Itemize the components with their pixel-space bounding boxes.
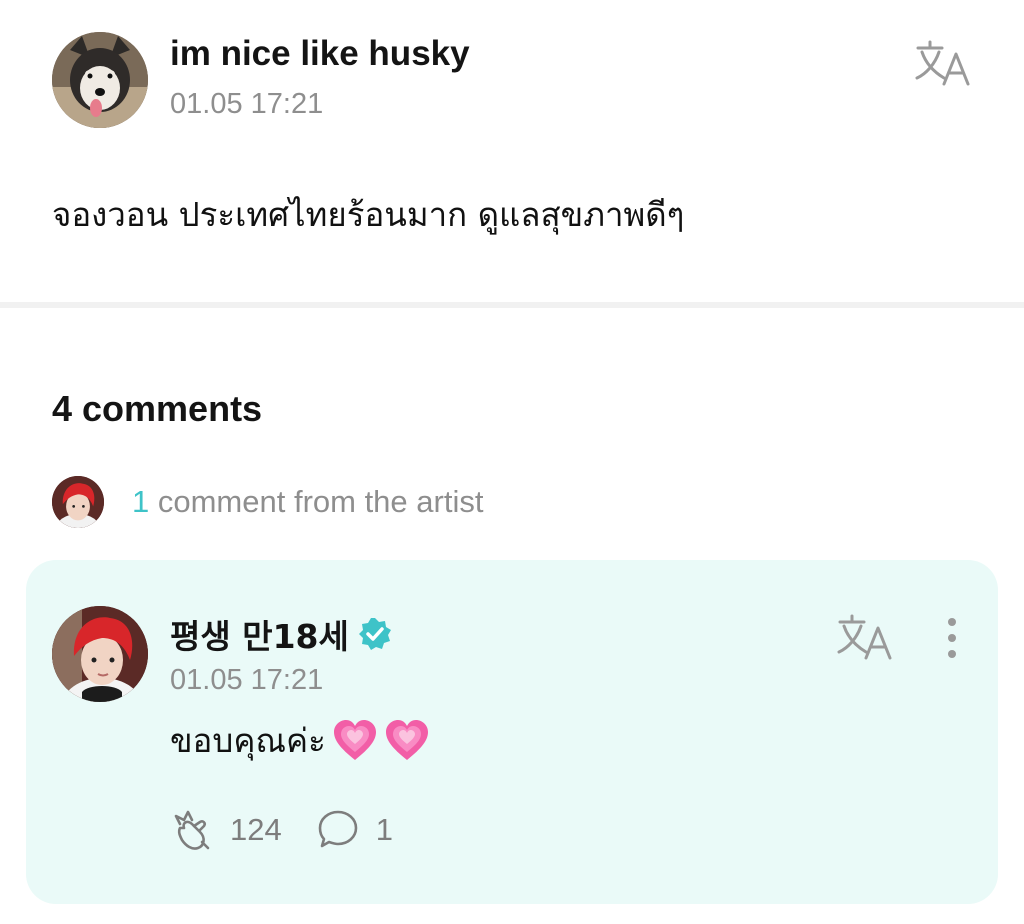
post-author-name[interactable]: im nice like husky	[170, 34, 470, 74]
translate-icon	[837, 614, 892, 660]
post-timestamp: 01.05 17:21	[170, 88, 324, 120]
comment-body: ขอบคุณค่ะ	[170, 714, 430, 767]
comment-translate-button[interactable]	[836, 612, 894, 662]
comments-count-heading: 4 comments	[52, 388, 263, 429]
post-translate-button[interactable]	[914, 38, 972, 88]
comment-timestamp: 01.05 17:21	[170, 664, 324, 696]
growing-heart-emoji-icon	[333, 719, 376, 760]
comment-author-avatar[interactable]	[52, 606, 148, 702]
reply-count: 1	[375, 812, 393, 847]
like-count: 124	[230, 812, 282, 847]
post-author-avatar[interactable]	[52, 32, 148, 128]
artist-avatar-image	[52, 476, 104, 528]
artist-comments-link[interactable]: 1 comment from the artist	[132, 484, 483, 520]
growing-heart-emoji-icon	[385, 719, 428, 760]
section-divider	[0, 302, 1024, 308]
husky-avatar-image	[52, 32, 148, 128]
artist-comment-count: 1	[132, 484, 150, 519]
artist-avatar-image	[52, 606, 148, 702]
translate-icon	[915, 40, 970, 86]
comment-author-name[interactable]: 평생 만18세	[170, 610, 349, 658]
comment-actions: 124 1	[170, 808, 393, 852]
artist-comment-label: comment from the artist	[149, 484, 484, 519]
more-vertical-icon	[948, 618, 956, 658]
comment-bubble-icon	[318, 810, 358, 848]
reply-button[interactable]: 1	[316, 808, 393, 852]
artist-mini-avatar	[52, 476, 104, 528]
verified-badge-icon	[358, 618, 391, 650]
post-body-text: จองวอน ประเทศไทยร้อนมาก ดูแลสุขภาพดีๆ	[52, 195, 685, 234]
like-clap-icon	[174, 810, 210, 850]
comment-body-text: ขอบคุณค่ะ	[170, 721, 326, 760]
like-button[interactable]: 124	[170, 808, 282, 852]
comment-author-row: 평생 만18세	[170, 610, 393, 658]
more-options-button[interactable]	[936, 614, 968, 664]
